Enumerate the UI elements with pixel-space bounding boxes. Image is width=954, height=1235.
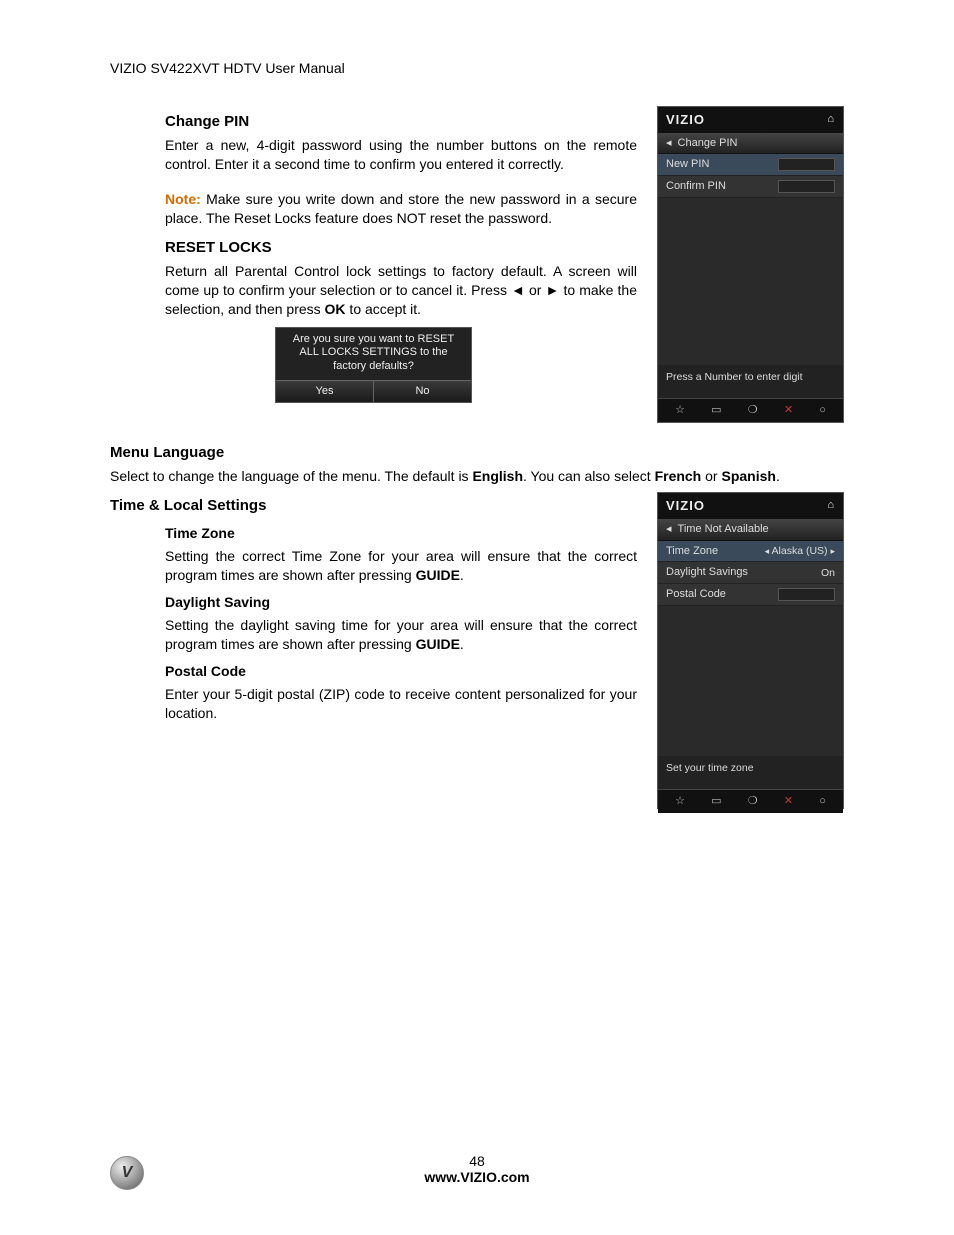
note-label: Note: [165,191,201,207]
time-zone-heading: Time Zone [110,524,637,543]
new-pin-row[interactable]: New PIN [658,154,843,176]
postal-code-heading: Postal Code [110,662,637,681]
confirm-no-button[interactable]: No [374,381,471,402]
reset-locks-heading: RESET LOCKS [110,238,637,258]
back-arrow-icon: ◂ [666,136,672,151]
footer-url: www.VIZIO.com [0,1169,954,1185]
ok-label: OK [325,301,346,317]
star-icon: ☆ [675,403,685,418]
wide-icon: ▭ [711,403,721,418]
confirm-pin-input[interactable] [778,180,835,193]
vizio-logo: VIZIO [666,111,705,129]
change-pin-body: Enter a new, 4-digit password using the … [110,136,637,174]
page-number: 48 [0,1153,954,1169]
ss1-footer-icons: ☆ ▭ ❍ ✕ ○ [658,398,843,422]
menu-language-body: Select to change the language of the men… [110,467,844,486]
ss2-title: Time Not Available [678,522,769,537]
right-arrow-glyph: ► [546,282,560,298]
confirm-yes-button[interactable]: Yes [276,381,374,402]
x-icon: ✕ [784,794,793,809]
confirm-text: Are you sure you want to RESET ALL LOCKS… [276,328,471,380]
postal-code-row[interactable]: Postal Code [658,584,843,606]
daylight-saving-body: Setting the daylight saving time for you… [110,616,637,654]
time-zone-body: Setting the correct Time Zone for your a… [110,547,637,585]
doc-header: VIZIO SV422XVT HDTV User Manual [110,60,844,76]
reset-confirm-dialog: Are you sure you want to RESET ALL LOCKS… [275,327,472,403]
back-arrow-icon: ◂ [666,522,672,537]
postal-code-input[interactable] [778,588,835,601]
daylight-saving-heading: Daylight Saving [110,593,637,612]
q-icon: ❍ [748,794,758,809]
page-footer: 48 www.VIZIO.com [0,1153,954,1185]
ss2-help-text: Set your time zone [658,756,843,789]
daylight-value: On [821,566,835,580]
daylight-savings-row[interactable]: Daylight Savings On [658,562,843,584]
circ-icon: ○ [819,403,826,418]
home-icon: ⌂ [827,498,835,513]
vizio-logo: VIZIO [666,497,705,515]
reset-locks-body: Return all Parental Control lock setting… [110,262,637,319]
content: Change PIN Enter a new, 4-digit password… [110,106,844,809]
postal-code-body: Enter your 5-digit postal (ZIP) code to … [110,685,637,723]
change-pin-heading: Change PIN [110,112,637,132]
q-icon: ❍ [748,403,758,418]
left-arrow-glyph: ◄ [511,282,525,298]
home-icon: ⌂ [827,112,835,127]
wide-icon: ▭ [711,794,721,809]
ss1-help-text: Press a Number to enter digit [658,365,843,398]
new-pin-input[interactable] [778,158,835,171]
circ-icon: ○ [819,794,826,809]
time-zone-value: ◂ Alaska (US) ▸ [765,544,835,558]
star-icon: ☆ [675,794,685,809]
page: VIZIO SV422XVT HDTV User Manual Change P… [0,0,954,1235]
confirm-pin-row[interactable]: Confirm PIN [658,176,843,198]
time-settings-screenshot: VIZIO ⌂ ◂ Time Not Available Time Zone ◂… [657,492,844,809]
x-icon: ✕ [784,403,793,418]
ss1-title: Change PIN [678,136,738,151]
ss2-footer-icons: ☆ ▭ ❍ ✕ ○ [658,789,843,813]
time-local-heading: Time & Local Settings [110,496,637,516]
change-pin-note: Note: Make sure you write down and store… [110,190,637,228]
menu-language-heading: Menu Language [110,443,844,463]
change-pin-screenshot: VIZIO ⌂ ◂ Change PIN New PIN Confirm PIN… [657,106,844,423]
time-zone-row[interactable]: Time Zone ◂ Alaska (US) ▸ [658,541,843,563]
note-body: Make sure you write down and store the n… [165,191,637,226]
